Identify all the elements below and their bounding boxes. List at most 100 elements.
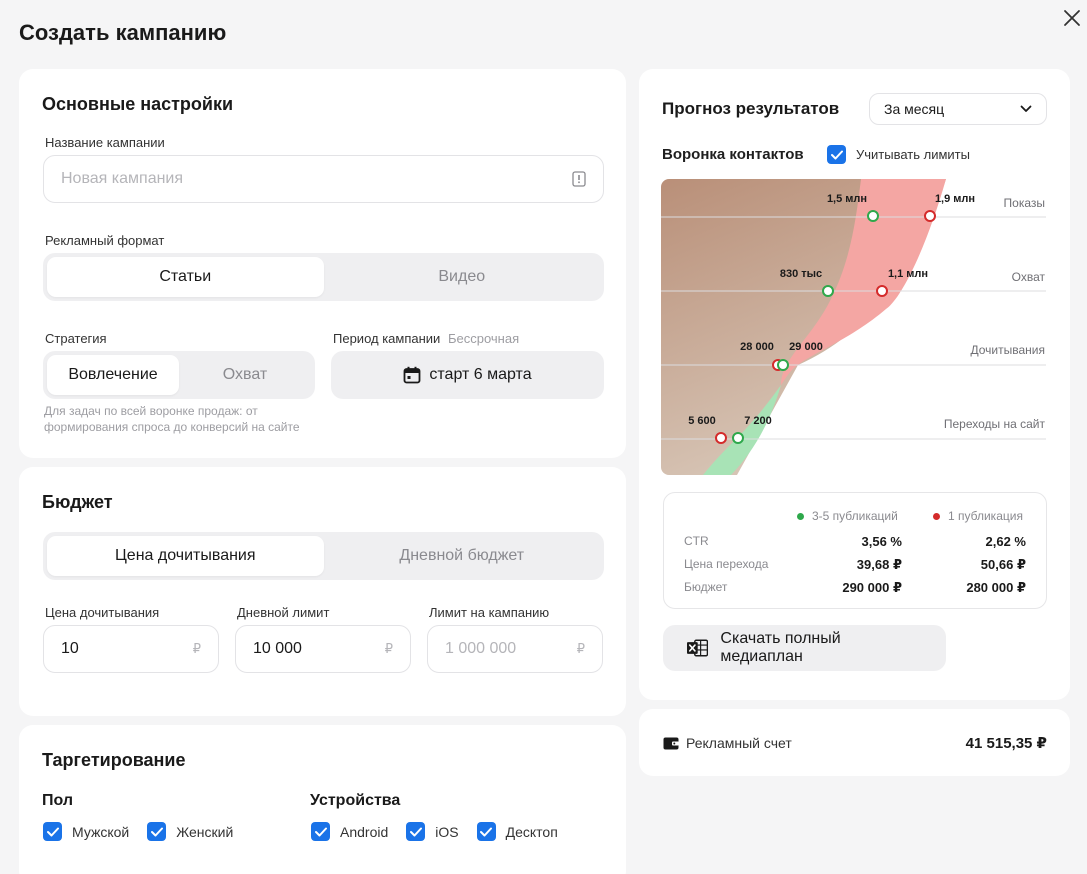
campaign-name-placeholder: Новая кампания	[61, 170, 184, 187]
price-label: Цена дочитывания	[45, 605, 160, 620]
forecast-card: Прогноз результатов За месяц Воронка кон…	[639, 69, 1070, 700]
red-value-reach: 1,1 млн	[888, 268, 928, 280]
strategy-option-reach[interactable]: Охват	[179, 355, 311, 395]
checkbox-checked-icon	[311, 822, 330, 841]
campaign-name-label: Название кампании	[45, 135, 165, 150]
device-desktop-checkbox[interactable]: Десктоп	[476, 822, 558, 841]
legend-green: 3-5 публикаций	[797, 509, 898, 523]
format-option-video[interactable]: Видео	[324, 257, 601, 297]
funnel-chart: Показы Охват Дочитывания Переходы на сай…	[661, 179, 1046, 475]
counter-icon	[572, 171, 586, 187]
campaign-limit-placeholder: 1 000 000	[445, 640, 517, 657]
stage-label-reads: Дочитывания	[971, 343, 1046, 357]
price-currency: ₽	[192, 641, 201, 656]
green-point-impressions	[867, 210, 879, 222]
daily-limit-currency: ₽	[384, 641, 393, 656]
stat-green-cpc: 39,68 ₽	[856, 557, 902, 572]
start-date-button[interactable]: старт 6 марта	[331, 351, 604, 399]
forecast-period-value: За месяц	[884, 101, 945, 117]
strategy-hint-line-1: Для задач по всей воронке продаж: от	[44, 404, 258, 418]
ad-format-label: Рекламный формат	[45, 233, 165, 248]
stage-label-clicks: Переходы на сайт	[944, 417, 1046, 431]
daily-limit-value: 10 000	[253, 640, 302, 657]
strategy-hint-line-2: формирования спроса до конверсий на сайт…	[44, 420, 300, 434]
targeting-card: Таргетирование Пол Мужской Женский Устро…	[19, 725, 626, 874]
strategy-hint: Для задач по всей воронке продаж: от фор…	[44, 403, 314, 435]
stat-red-budget: 280 000 ₽	[966, 580, 1026, 595]
account-card: Рекламный счет 41 515,35 ₽	[639, 709, 1070, 776]
budget-mode-price[interactable]: Цена дочитывания	[47, 536, 324, 576]
checkbox-checked-icon	[406, 822, 426, 841]
campaign-limit-input[interactable]: 1 000 000 ₽	[427, 625, 603, 673]
budget-mode-switch: Цена дочитывания Дневной бюджет	[43, 532, 604, 580]
legend-red: 1 публикация	[933, 509, 1023, 523]
forecast-title: Прогноз результатов	[662, 99, 840, 118]
gender-female-checkbox[interactable]: Женский	[147, 822, 233, 841]
checkbox-checked-icon	[476, 822, 496, 841]
period-label: Период кампании Бессрочная	[333, 331, 519, 346]
green-dot-icon	[797, 512, 804, 520]
campaign-limit-label: Лимит на кампанию	[429, 605, 550, 620]
basic-settings-title: Основные настройки	[42, 94, 234, 114]
wallet-icon	[663, 737, 679, 750]
checkbox-checked-icon	[43, 822, 62, 841]
stat-label-ctr: CTR	[684, 534, 709, 548]
daily-limit-label: Дневной лимит	[237, 605, 330, 620]
device-options: Android iOS Десктоп	[311, 822, 558, 841]
red-point-impressions	[924, 210, 936, 222]
price-input[interactable]: 10 ₽	[43, 625, 219, 673]
price-value: 10	[61, 640, 79, 657]
ad-format-switch: Статьи Видео	[43, 253, 604, 301]
close-icon[interactable]	[1061, 7, 1083, 29]
strategy-label: Стратегия	[45, 331, 107, 346]
device-ios-checkbox[interactable]: iOS	[406, 822, 459, 841]
legend-red-label: 1 публикация	[948, 509, 1023, 523]
calendar-icon	[403, 366, 421, 384]
gender-male-checkbox[interactable]: Мужской	[43, 822, 129, 841]
period-label-text: Период кампании	[333, 331, 441, 346]
stat-label-budget: Бюджет	[684, 580, 728, 594]
red-point-reach	[876, 285, 888, 297]
forecast-period-select[interactable]: За месяц	[869, 93, 1047, 125]
campaign-name-input[interactable]: Новая кампания	[43, 155, 604, 203]
strategy-option-engagement[interactable]: Вовлечение	[47, 355, 179, 395]
red-point-clicks	[715, 432, 727, 444]
period-sub-label: Бессрочная	[447, 331, 520, 346]
red-value-impressions: 1,9 млн	[935, 193, 975, 205]
strategy-switch: Вовлечение Охват	[43, 351, 315, 399]
gender-male-label: Мужской	[72, 823, 130, 840]
budget-mode-daily[interactable]: Дневной бюджет	[324, 536, 601, 576]
green-point-reach	[822, 285, 834, 297]
stat-label-cpc: Цена перехода	[684, 557, 769, 571]
download-mediaplan-label: Скачать полный медиаплан	[720, 630, 841, 665]
gender-options: Мужской Женский	[43, 822, 233, 841]
stage-label-reach: Охват	[1012, 270, 1046, 284]
red-value-reads: 28 000	[740, 341, 774, 353]
campaign-limit-currency: ₽	[576, 641, 585, 656]
download-mediaplan-button[interactable]: Скачать полный медиаплан	[663, 625, 946, 671]
account-label: Рекламный счет	[686, 735, 792, 751]
green-point-reads	[777, 359, 789, 371]
chevron-down-icon	[1020, 105, 1032, 112]
device-android-checkbox[interactable]: Android	[311, 822, 388, 841]
device-ios-label: iOS	[435, 823, 459, 840]
limits-checkbox[interactable]: Учитывать лимиты	[827, 145, 970, 164]
stat-green-ctr: 3,56 %	[861, 534, 902, 549]
daily-limit-input[interactable]: 10 000 ₽	[235, 625, 411, 673]
format-option-articles[interactable]: Статьи	[47, 257, 324, 297]
green-value-reach: 830 тыс	[780, 268, 822, 280]
stat-green-budget: 290 000 ₽	[842, 580, 902, 595]
limits-checkbox-label: Учитывать лимиты	[856, 147, 970, 162]
stat-red-ctr: 2,62 %	[985, 534, 1026, 549]
device-android-label: Android	[340, 823, 389, 840]
green-value-reads: 29 000	[789, 341, 823, 353]
basic-settings-card: Основные настройки Название кампании Нов…	[19, 69, 626, 458]
stat-red-cpc: 50,66 ₽	[980, 557, 1026, 572]
funnel-title: Воронка контактов	[662, 146, 804, 163]
budget-card: Бюджет Цена дочитывания Дневной бюджет Ц…	[19, 467, 626, 716]
budget-title: Бюджет	[42, 492, 113, 512]
red-dot-icon	[933, 512, 940, 520]
checkbox-checked-icon	[147, 822, 167, 841]
green-value-impressions: 1,5 млн	[827, 193, 867, 205]
green-value-clicks: 7 200	[744, 415, 772, 427]
